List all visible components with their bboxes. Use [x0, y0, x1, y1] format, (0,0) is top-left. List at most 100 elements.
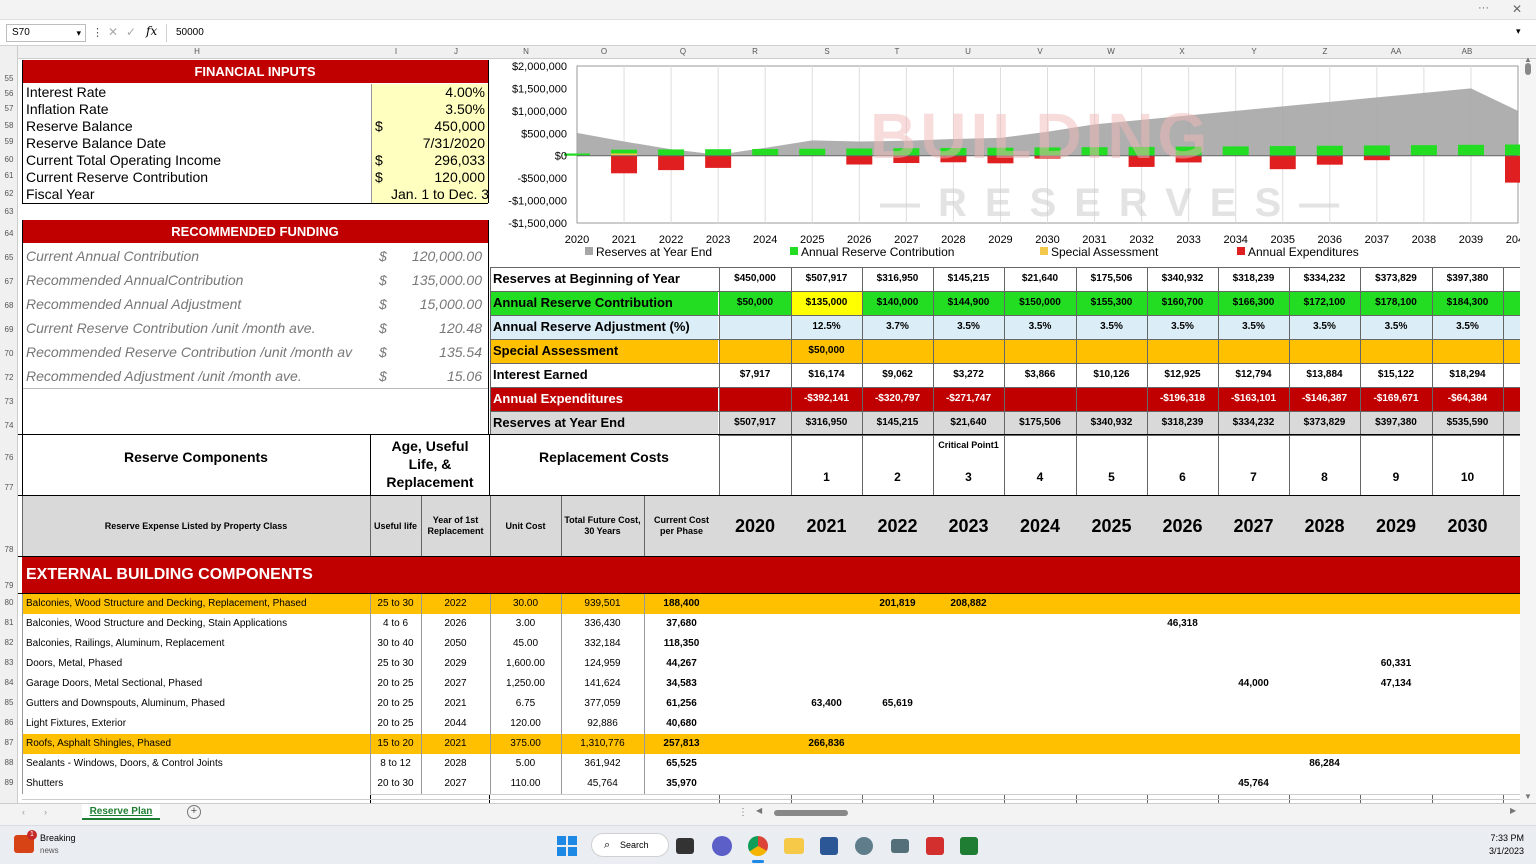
age-header-line1[interactable]: Age, Useful: [371, 437, 489, 455]
component-year-value[interactable]: [1360, 754, 1432, 774]
component-year-value[interactable]: [719, 614, 791, 634]
year-header[interactable]: 2021: [791, 496, 862, 556]
component-life[interactable]: 15 to 20: [370, 734, 421, 754]
component-current[interactable]: 34,583: [644, 674, 719, 694]
bar-annual-reserve-contribution[interactable]: [799, 148, 826, 156]
year-header[interactable]: 2027: [1218, 496, 1289, 556]
bar-annual-reserve-contribution[interactable]: [752, 148, 779, 156]
component-unit[interactable]: 375.00: [490, 734, 561, 754]
component-name[interactable]: Balconies, Wood Structure and Decking, R…: [22, 594, 370, 614]
column-header[interactable]: AB: [1452, 47, 1482, 58]
age-header-line3[interactable]: Replacement: [371, 473, 489, 491]
component-year-value[interactable]: [1147, 754, 1218, 774]
summary-value[interactable]: $50,000: [791, 339, 862, 363]
formula-input[interactable]: 50000: [166, 24, 1528, 42]
summary-value[interactable]: $172,100: [1289, 291, 1360, 315]
summary-row-label[interactable]: Reserves at Year End: [490, 411, 718, 435]
summary-value[interactable]: $12,925: [1147, 363, 1218, 387]
summary-value[interactable]: $397,380: [1432, 267, 1503, 291]
legend-label[interactable]: Annual Reserve Contribution: [801, 245, 954, 259]
component-total[interactable]: 92,886: [561, 714, 644, 734]
component-year-value[interactable]: [1076, 774, 1147, 794]
financial-input-label[interactable]: Current Reserve Contribution: [22, 169, 371, 186]
component-year-value[interactable]: [1147, 734, 1218, 754]
year-header[interactable]: 2028: [1289, 496, 1360, 556]
summary-value[interactable]: -$320,797: [862, 387, 933, 411]
component-unit[interactable]: 120.00: [490, 714, 561, 734]
component-year-value[interactable]: [1432, 614, 1503, 634]
component-overflow[interactable]: [1503, 754, 1521, 774]
row-header[interactable]: 64: [0, 229, 18, 238]
component-year-value[interactable]: [1147, 674, 1218, 694]
legend-label[interactable]: Reserves at Year End: [596, 245, 712, 259]
component-year-value[interactable]: [1360, 634, 1432, 654]
component-year-value[interactable]: [1076, 634, 1147, 654]
component-name[interactable]: Balconies, Railings, Aluminum, Replaceme…: [22, 634, 370, 654]
component-overflow[interactable]: [1503, 614, 1521, 634]
component-year-value[interactable]: [1218, 654, 1289, 674]
summary-value[interactable]: $318,239: [1147, 411, 1218, 435]
column-header[interactable]: T: [882, 47, 912, 58]
financial-input-label[interactable]: Inflation Rate: [22, 101, 371, 118]
component-name[interactable]: Sealants - Windows, Doors, & Control Joi…: [22, 754, 370, 774]
summary-value[interactable]: 3.5%: [1360, 315, 1432, 339]
year-header[interactable]: 2030: [1432, 496, 1503, 556]
summary-value[interactable]: [1289, 339, 1360, 363]
component-year-value[interactable]: [1218, 634, 1289, 654]
summary-value[interactable]: $15,122: [1360, 363, 1432, 387]
row-header[interactable]: 69: [0, 325, 18, 334]
row-header[interactable]: 59: [0, 137, 18, 146]
year-header[interactable]: 2029: [1360, 496, 1432, 556]
component-year[interactable]: 2028: [421, 754, 490, 774]
component-year-value[interactable]: [1076, 654, 1147, 674]
summary-value[interactable]: 12.5%: [791, 315, 862, 339]
component-year[interactable]: 2029: [421, 654, 490, 674]
column-title-current[interactable]: Current Cost per Phase: [644, 496, 719, 556]
component-year-value[interactable]: 208,882: [933, 594, 1004, 614]
file-explorer-icon[interactable]: [784, 838, 804, 854]
row-header[interactable]: 79: [0, 581, 18, 590]
component-year-value[interactable]: [1004, 734, 1076, 754]
year-header[interactable]: 2022: [862, 496, 933, 556]
column-header[interactable]: N: [511, 47, 541, 58]
legend-label[interactable]: Annual Expenditures: [1248, 245, 1359, 259]
task-view-icon[interactable]: [676, 838, 694, 854]
component-year-value[interactable]: [1432, 694, 1503, 714]
component-year-value[interactable]: [1360, 594, 1432, 614]
financial-input-value[interactable]: 296,033: [391, 152, 488, 169]
row-header[interactable]: 76: [0, 453, 18, 462]
row-header[interactable]: 77: [0, 483, 18, 492]
summary-row-label[interactable]: Special Assessment: [490, 339, 718, 363]
component-year-value[interactable]: [791, 754, 862, 774]
component-year-value[interactable]: [791, 774, 862, 794]
summary-row-label[interactable]: Annual Reserve Contribution: [490, 291, 718, 315]
financial-input-value[interactable]: 450,000: [391, 118, 488, 135]
recommended-label[interactable]: Current Reserve Contribution /unit /mont…: [22, 316, 377, 340]
bar-annual-reserve-contribution[interactable]: [1316, 145, 1343, 156]
component-year-value[interactable]: [1004, 634, 1076, 654]
row-header[interactable]: 67: [0, 277, 18, 286]
currency-symbol[interactable]: $: [375, 244, 395, 268]
component-year-value[interactable]: 60,331: [1360, 654, 1432, 674]
summary-value[interactable]: $21,640: [933, 411, 1004, 435]
summary-value[interactable]: $316,950: [791, 411, 862, 435]
phase-number[interactable]: 9: [1360, 470, 1432, 490]
component-year[interactable]: 2021: [421, 734, 490, 754]
clock-time[interactable]: 7:33 PM: [1484, 833, 1524, 843]
financial-input-label[interactable]: Current Total Operating Income: [22, 152, 371, 169]
summary-row-label[interactable]: Interest Earned: [490, 363, 718, 387]
column-header[interactable]: H: [182, 47, 212, 58]
legend-label[interactable]: Special Assessment: [1051, 245, 1159, 259]
network-tool-icon[interactable]: [891, 839, 909, 853]
year-header[interactable]: 2024: [1004, 496, 1076, 556]
summary-overflow-cell[interactable]: [1503, 315, 1521, 339]
component-year-value[interactable]: 45,764: [1218, 774, 1289, 794]
component-year-value[interactable]: [1218, 614, 1289, 634]
component-year-value[interactable]: 266,836: [791, 734, 862, 754]
bar-annual-reserve-contribution[interactable]: [705, 149, 732, 156]
summary-value[interactable]: $3,272: [933, 363, 1004, 387]
row-header[interactable]: 65: [0, 253, 18, 262]
component-year-value[interactable]: [1004, 594, 1076, 614]
row-header[interactable]: 58: [0, 121, 18, 130]
row-header[interactable]: 72: [0, 373, 18, 382]
